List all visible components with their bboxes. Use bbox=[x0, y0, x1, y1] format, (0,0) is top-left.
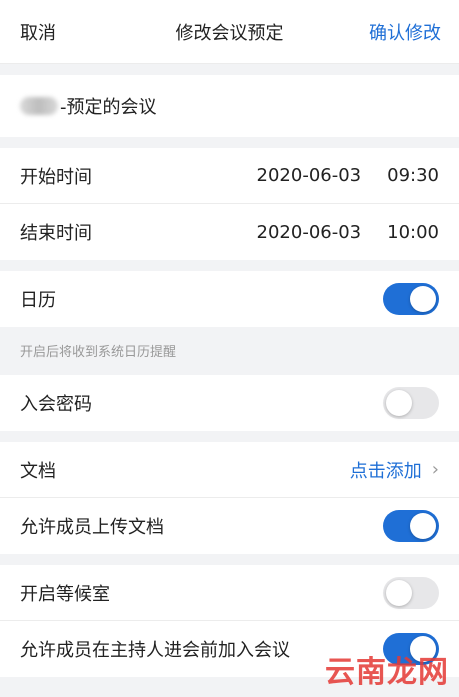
chevron-right-icon: › bbox=[431, 459, 439, 480]
add-document-text: 点击添加 bbox=[349, 460, 422, 482]
section-gap bbox=[0, 431, 459, 442]
header-bar: 取消 修改会议预定 确认修改 bbox=[0, 0, 459, 64]
waiting-room-row: 开启等候室 bbox=[0, 565, 459, 621]
blurred-name bbox=[20, 97, 58, 115]
section-gap bbox=[0, 554, 459, 565]
site-watermark-logo: 云南龙网 bbox=[325, 655, 449, 690]
confirm-button[interactable]: 确认修改 bbox=[369, 19, 441, 45]
cancel-button[interactable]: 取消 bbox=[20, 19, 56, 45]
topic-group: -预定的会议 bbox=[0, 75, 459, 137]
time-group: 开始时间 2020-06-03 09:30 结束时间 2020-06-03 10… bbox=[0, 148, 459, 260]
end-time-label: 结束时间 bbox=[20, 223, 92, 244]
allow-upload-row: 允许成员上传文档 bbox=[0, 498, 459, 554]
calendar-toggle[interactable] bbox=[383, 283, 439, 315]
documents-row[interactable]: 文档 点击添加 › bbox=[0, 442, 459, 498]
section-gap bbox=[0, 137, 459, 148]
end-clock: 10:00 bbox=[387, 221, 439, 243]
end-time-row[interactable]: 结束时间 2020-06-03 10:00 bbox=[0, 204, 459, 260]
calendar-hint: 开启后将收到系统日历提醒 bbox=[0, 327, 459, 375]
toggle-knob bbox=[386, 390, 412, 416]
end-date: 2020-06-03 bbox=[256, 221, 362, 243]
password-row: 入会密码 bbox=[0, 375, 459, 431]
start-time-value[interactable]: 2020-06-03 09:30 bbox=[257, 165, 439, 186]
documents-label: 文档 bbox=[20, 460, 56, 482]
start-time-row[interactable]: 开始时间 2020-06-03 09:30 bbox=[0, 148, 459, 204]
start-date: 2020-06-03 bbox=[256, 165, 362, 186]
password-label: 入会密码 bbox=[20, 394, 92, 415]
start-clock: 09:30 bbox=[387, 165, 439, 186]
password-toggle[interactable] bbox=[383, 387, 439, 419]
calendar-group: 日历 bbox=[0, 271, 459, 327]
topic-text: -预定的会议 bbox=[60, 97, 157, 118]
toggle-knob bbox=[386, 579, 412, 606]
join-before-host-label: 允许成员在主持人进会前加入会议 bbox=[20, 640, 290, 661]
topic-field[interactable]: -预定的会议 bbox=[20, 93, 157, 119]
waiting-room-label: 开启等候室 bbox=[20, 583, 110, 605]
password-group: 入会密码 bbox=[0, 375, 459, 431]
add-document-link[interactable]: 点击添加 › bbox=[350, 457, 439, 483]
allow-upload-label: 允许成员上传文档 bbox=[20, 517, 164, 538]
start-time-label: 开始时间 bbox=[20, 166, 92, 188]
section-gap bbox=[0, 64, 459, 75]
documents-group: 文档 点击添加 › 允许成员上传文档 bbox=[0, 442, 459, 554]
toggle-knob bbox=[410, 513, 436, 539]
calendar-row: 日历 bbox=[0, 271, 459, 327]
calendar-label: 日历 bbox=[20, 290, 56, 311]
waiting-room-toggle[interactable] bbox=[383, 576, 439, 609]
allow-upload-toggle[interactable] bbox=[383, 510, 439, 542]
section-gap bbox=[0, 260, 459, 271]
topic-row[interactable]: -预定的会议 bbox=[0, 75, 459, 137]
toggle-knob bbox=[410, 286, 436, 312]
end-time-value[interactable]: 2020-06-03 10:00 bbox=[257, 222, 439, 243]
